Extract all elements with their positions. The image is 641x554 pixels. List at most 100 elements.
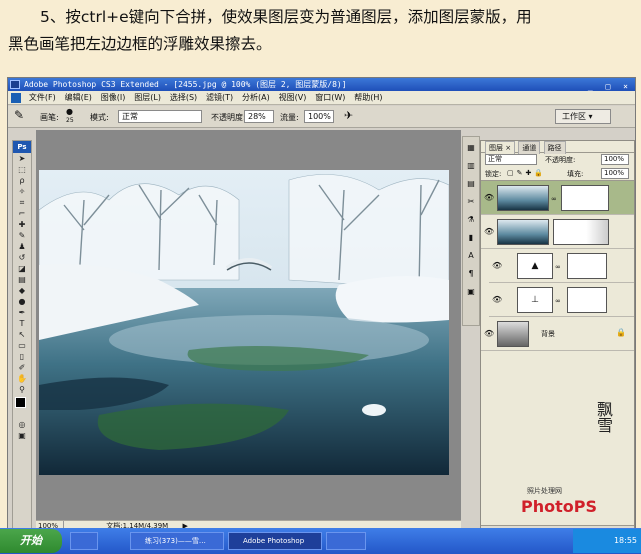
menu-edit[interactable]: 编辑(E) [62, 91, 95, 105]
layers-panel: 图层 × 通道 路径 正常 不透明度: 100% 锁定: ▢✎✚🔒 填充: 10… [480, 140, 635, 540]
magic-wand-icon[interactable]: ✧ [13, 186, 31, 197]
airbrush-icon[interactable]: ✈ [344, 109, 353, 122]
brush-label: 画笔: [40, 113, 59, 122]
menu-image[interactable]: 图像(I) [98, 91, 129, 105]
start-button[interactable]: 开始 [0, 529, 62, 553]
menu-window[interactable]: 窗口(W) [312, 91, 348, 105]
system-tray: 18:55 [573, 529, 641, 553]
background-layer-name: 背景 [541, 330, 555, 338]
notes-tool-icon[interactable]: ▯ [13, 351, 31, 362]
pen-tool-icon[interactable]: ✒ [13, 307, 31, 318]
lasso-tool-icon[interactable]: ρ [13, 175, 31, 186]
hand-tool-icon[interactable]: ✋ [13, 373, 31, 384]
layer-opacity-input[interactable]: 100% [601, 154, 629, 165]
gradient-tool-icon[interactable]: ▤ [13, 274, 31, 285]
workspace-button[interactable]: 工作区 ▾ [555, 109, 611, 124]
lock-row: 锁定: ▢✎✚🔒 填充: 100% [481, 167, 634, 181]
menu-view[interactable]: 视图(V) [276, 91, 310, 105]
menu-filter[interactable]: 滤镜(T) [203, 91, 236, 105]
signature-calligraphy: 飘雪 [594, 401, 613, 433]
menu-layer[interactable]: 图层(L) [131, 91, 164, 105]
adjustment-layer-2[interactable]: 👁 ⊥ ∞ [489, 283, 634, 317]
chain-link-icon[interactable]: ∞ [555, 297, 561, 305]
lock-label: 锁定: [485, 170, 502, 178]
chain-link-icon[interactable]: ∞ [555, 263, 561, 271]
taskbar-item-photoshop[interactable]: Adobe Photoshop [228, 532, 322, 550]
stamp-tool-icon[interactable]: ♟ [13, 241, 31, 252]
lock-icon: 🔒 [616, 328, 626, 337]
visibility-eye-icon[interactable]: 👁 [484, 193, 494, 202]
taskbar-item-practice[interactable]: 练习(373)——雪… [130, 532, 224, 550]
layer-mask-thumbnail[interactable] [553, 219, 609, 245]
background-thumbnail [497, 321, 529, 347]
background-layer-row[interactable]: 👁 背景 🔒 [481, 317, 634, 351]
menu-file[interactable]: 文件(F) [26, 91, 59, 105]
info-panel-icon[interactable]: ▤ [463, 177, 479, 191]
foreground-color[interactable] [15, 397, 26, 408]
layer-row-2[interactable]: 👁 ∞ [481, 181, 634, 215]
move-tool-icon[interactable]: ➤ [13, 153, 31, 164]
layer-comps-icon[interactable]: ▣ [463, 285, 479, 299]
mode-label: 模式: [90, 113, 109, 122]
navigator-panel-icon[interactable]: ▦ [463, 141, 479, 155]
color-swatches[interactable] [13, 395, 31, 419]
layer-mask-thumbnail[interactable] [567, 253, 607, 279]
histogram-panel-icon[interactable]: ▥ [463, 159, 479, 173]
visibility-eye-icon[interactable]: 👁 [492, 261, 502, 270]
menu-analysis[interactable]: 分析(A) [239, 91, 273, 105]
history-brush-icon[interactable]: ↺ [13, 252, 31, 263]
layer-row-1[interactable]: 👁 [481, 215, 634, 249]
layer-mask-thumbnail[interactable] [561, 185, 609, 211]
photoshop-app-icon [10, 80, 20, 89]
clone-source-icon[interactable]: ⚗ [463, 213, 479, 227]
dodge-tool-icon[interactable]: ● [13, 296, 31, 307]
blend-mode-select[interactable]: 正常 [485, 154, 537, 165]
visibility-eye-icon[interactable]: 👁 [492, 295, 502, 304]
screen-mode-icon[interactable]: ▣ [13, 430, 31, 441]
toolbox: Ps ➤ ⬚ ρ ✧ ⌗ ⌐ ✚ ✎ ♟ ↺ ◪ ▤ ◆ ● ✒ T ↖ ▭ ▯… [12, 140, 32, 540]
quicklaunch-icons[interactable] [70, 532, 98, 550]
type-tool-icon[interactable]: T [13, 318, 31, 329]
brush-tool-icon-2[interactable]: ✎ [13, 230, 31, 241]
eyedropper-2-icon[interactable]: ✐ [13, 362, 31, 373]
layer-mask-thumbnail[interactable] [567, 287, 607, 313]
menu-bar: 文件(F) 编辑(E) 图像(I) 图层(L) 选择(S) 滤镜(T) 分析(A… [8, 91, 635, 105]
paragraph-panel-icon[interactable]: ¶ [463, 267, 479, 281]
brush-preset-icon[interactable]: ● [66, 107, 73, 116]
zoom-tool-icon[interactable]: ⚲ [13, 384, 31, 395]
quick-mask-icon[interactable]: ◎ [13, 419, 31, 430]
taskbar-item-other[interactable] [326, 532, 366, 550]
window-title: Adobe Photoshop CS3 Extended - [2455.jpg… [24, 80, 347, 89]
canvas-area[interactable] [36, 130, 461, 522]
menu-select[interactable]: 选择(S) [167, 91, 200, 105]
blur-tool-icon[interactable]: ◆ [13, 285, 31, 296]
eraser-tool-icon[interactable]: ◪ [13, 263, 31, 274]
opacity-input[interactable]: 28% [244, 110, 274, 123]
brush-tool-icon[interactable]: ✎ [14, 108, 24, 122]
chain-link-icon[interactable]: ∞ [551, 195, 557, 203]
healing-brush-icon[interactable]: ✚ [13, 219, 31, 230]
tool-presets-icon[interactable]: ▮ [463, 231, 479, 245]
visibility-eye-icon[interactable]: 👁 [484, 329, 494, 338]
adjustment-layer-1[interactable]: 👁 ▲ ∞ [489, 249, 634, 283]
brushes-panel-icon[interactable]: ✂ [463, 195, 479, 209]
ps-menu-icon[interactable] [11, 93, 21, 103]
winter-landscape-image[interactable] [39, 170, 449, 475]
path-select-icon[interactable]: ↖ [13, 329, 31, 340]
fill-label: 填充: [567, 170, 584, 178]
fill-input[interactable]: 100% [601, 168, 629, 179]
character-panel-icon[interactable]: A [463, 249, 479, 263]
caption-line-1: 5、按ctrl+e键向下合拼，使效果图层变为普通图层，添加图层蒙版，用 [40, 8, 532, 26]
flow-input[interactable]: 100% [304, 110, 334, 123]
clock[interactable]: 18:55 [614, 536, 637, 545]
lock-icons[interactable]: ▢✎✚🔒 [507, 169, 546, 177]
visibility-eye-icon[interactable]: 👁 [484, 227, 494, 236]
eyedropper-icon[interactable]: ⌐ [13, 208, 31, 219]
shape-tool-icon[interactable]: ▭ [13, 340, 31, 351]
mode-select[interactable]: 正常 [118, 110, 202, 123]
crop-tool-icon[interactable]: ⌗ [13, 197, 31, 208]
curves-adjustment-icon: ⊥ [517, 287, 553, 313]
menu-help[interactable]: 帮助(H) [351, 91, 385, 105]
layer-thumbnail [497, 219, 549, 245]
marquee-tool-icon[interactable]: ⬚ [13, 164, 31, 175]
